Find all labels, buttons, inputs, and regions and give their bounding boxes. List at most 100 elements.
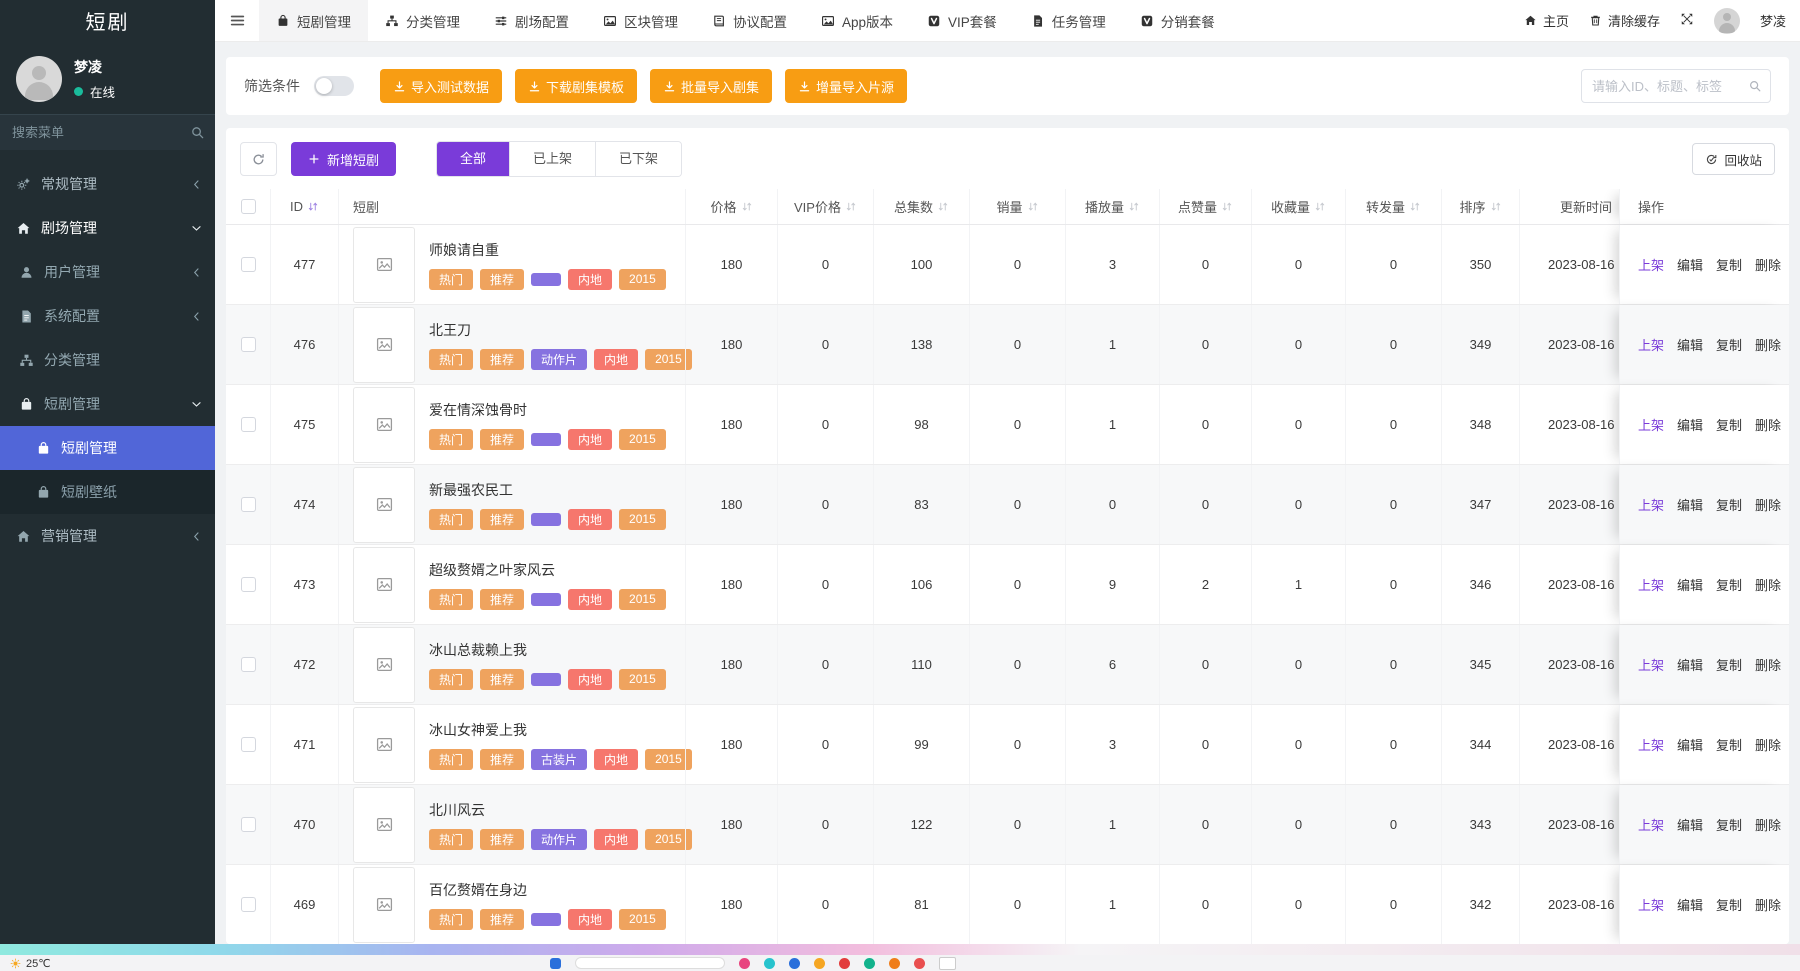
column-header[interactable]: 收藏量 — [1251, 189, 1345, 224]
taskbar-app-icon[interactable] — [814, 958, 825, 969]
copy-link[interactable]: 复制 — [1716, 415, 1742, 434]
import-test-data-button[interactable]: 导入测试数据 — [380, 69, 502, 103]
edit-link[interactable]: 编辑 — [1677, 255, 1703, 274]
fullscreen-icon[interactable] — [1680, 12, 1694, 29]
recycle-bin-button[interactable]: 回收站 — [1692, 143, 1775, 175]
copy-link[interactable]: 复制 — [1716, 575, 1742, 594]
sidebar-item[interactable]: 系统配置 — [0, 294, 215, 338]
delete-link[interactable]: 删除 — [1755, 815, 1781, 834]
batch-import-episodes-button[interactable]: 批量导入剧集 — [650, 69, 772, 103]
nav-tab[interactable]: 短剧管理 — [259, 0, 368, 41]
search-icon[interactable] — [1748, 79, 1762, 93]
sidebar-item[interactable]: 营销管理 — [0, 514, 215, 558]
column-header[interactable]: 排序 — [1441, 189, 1519, 224]
edit-link[interactable]: 编辑 — [1677, 895, 1703, 914]
taskbar-browser-icon[interactable] — [550, 958, 561, 969]
column-header[interactable]: 转发量 — [1345, 189, 1441, 224]
taskbar-search[interactable] — [575, 957, 725, 969]
refresh-button[interactable] — [240, 142, 277, 176]
copy-link[interactable]: 复制 — [1716, 255, 1742, 274]
hamburger-icon[interactable] — [215, 0, 259, 41]
sidebar-item[interactable]: 短剧管理 — [0, 426, 215, 470]
column-header[interactable]: ID — [270, 189, 338, 224]
navbar-avatar[interactable] — [1714, 8, 1740, 34]
copy-link[interactable]: 复制 — [1716, 655, 1742, 674]
edit-link[interactable]: 编辑 — [1677, 335, 1703, 354]
sidebar-item[interactable]: 用户管理 — [0, 250, 215, 294]
edit-link[interactable]: 编辑 — [1677, 495, 1703, 514]
copy-link[interactable]: 复制 — [1716, 815, 1742, 834]
column-header[interactable]: VIP价格 — [777, 189, 873, 224]
nav-tab[interactable]: VIP套餐 — [910, 0, 1014, 41]
edit-link[interactable]: 编辑 — [1677, 735, 1703, 754]
delete-link[interactable]: 删除 — [1755, 895, 1781, 914]
row-checkbox[interactable] — [241, 737, 256, 752]
taskbar-weather[interactable]: 25℃ — [10, 957, 51, 970]
sidebar-item[interactable]: 常规管理 — [0, 162, 215, 206]
delete-link[interactable]: 删除 — [1755, 495, 1781, 514]
nav-tab[interactable]: 分类管理 — [368, 0, 477, 41]
table-search-input[interactable] — [1581, 69, 1771, 103]
taskbar-app-icon[interactable] — [789, 958, 800, 969]
copy-link[interactable]: 复制 — [1716, 735, 1742, 754]
edit-link[interactable]: 编辑 — [1677, 655, 1703, 674]
row-checkbox[interactable] — [241, 417, 256, 432]
nav-tab[interactable]: 剧场配置 — [477, 0, 586, 41]
delete-link[interactable]: 删除 — [1755, 255, 1781, 274]
search-icon[interactable] — [190, 125, 205, 140]
taskbar-app-icon[interactable] — [839, 958, 850, 969]
column-header[interactable]: 价格 — [685, 189, 777, 224]
delete-link[interactable]: 删除 — [1755, 335, 1781, 354]
taskbar-app-icon[interactable] — [739, 958, 750, 969]
row-checkbox[interactable] — [241, 497, 256, 512]
copy-link[interactable]: 复制 — [1716, 895, 1742, 914]
publish-link[interactable]: 上架 — [1638, 495, 1664, 514]
navbar-user-name[interactable]: 梦凌 — [1760, 11, 1786, 30]
taskbar-app-icon[interactable] — [889, 958, 900, 969]
clear-cache-link[interactable]: 清除缓存 — [1589, 11, 1660, 30]
nav-tab[interactable]: 协议配置 — [695, 0, 804, 41]
row-checkbox[interactable] — [241, 337, 256, 352]
delete-link[interactable]: 删除 — [1755, 735, 1781, 754]
nav-tab[interactable]: App版本 — [804, 0, 910, 41]
delete-link[interactable]: 删除 — [1755, 655, 1781, 674]
taskbar-active-app[interactable] — [939, 957, 956, 970]
avatar[interactable] — [16, 56, 62, 102]
copy-link[interactable]: 复制 — [1716, 495, 1742, 514]
publish-link[interactable]: 上架 — [1638, 255, 1664, 274]
delete-link[interactable]: 删除 — [1755, 575, 1781, 594]
publish-link[interactable]: 上架 — [1638, 895, 1664, 914]
status-tab[interactable]: 全部 — [437, 142, 509, 176]
home-link[interactable]: 主页 — [1524, 11, 1569, 30]
column-header[interactable]: 播放量 — [1065, 189, 1159, 224]
row-checkbox[interactable] — [241, 657, 256, 672]
download-episode-template-button[interactable]: 下载剧集模板 — [515, 69, 637, 103]
add-drama-button[interactable]: 新增短剧 — [291, 142, 396, 176]
publish-link[interactable]: 上架 — [1638, 815, 1664, 834]
column-header[interactable]: 总集数 — [873, 189, 969, 224]
sidebar-item[interactable]: 短剧管理 — [0, 382, 215, 426]
taskbar-app-icon[interactable] — [764, 958, 775, 969]
sidebar-item[interactable]: 剧场管理 — [0, 206, 215, 250]
filter-toggle[interactable] — [314, 76, 354, 96]
edit-link[interactable]: 编辑 — [1677, 575, 1703, 594]
publish-link[interactable]: 上架 — [1638, 735, 1664, 754]
nav-tab[interactable]: 区块管理 — [586, 0, 695, 41]
status-tab[interactable]: 已上架 — [509, 142, 595, 176]
select-all-checkbox[interactable] — [241, 199, 256, 214]
publish-link[interactable]: 上架 — [1638, 335, 1664, 354]
taskbar-app-icon[interactable] — [914, 958, 925, 969]
edit-link[interactable]: 编辑 — [1677, 815, 1703, 834]
delete-link[interactable]: 删除 — [1755, 415, 1781, 434]
incremental-import-source-button[interactable]: 增量导入片源 — [785, 69, 907, 103]
column-header[interactable]: 销量 — [969, 189, 1065, 224]
status-tab[interactable]: 已下架 — [595, 142, 681, 176]
copy-link[interactable]: 复制 — [1716, 335, 1742, 354]
nav-tab[interactable]: 分销套餐 — [1123, 0, 1232, 41]
sidebar-search-input[interactable] — [0, 115, 215, 150]
row-checkbox[interactable] — [241, 577, 256, 592]
sidebar-item[interactable]: 分类管理 — [0, 338, 215, 382]
publish-link[interactable]: 上架 — [1638, 655, 1664, 674]
edit-link[interactable]: 编辑 — [1677, 415, 1703, 434]
publish-link[interactable]: 上架 — [1638, 415, 1664, 434]
